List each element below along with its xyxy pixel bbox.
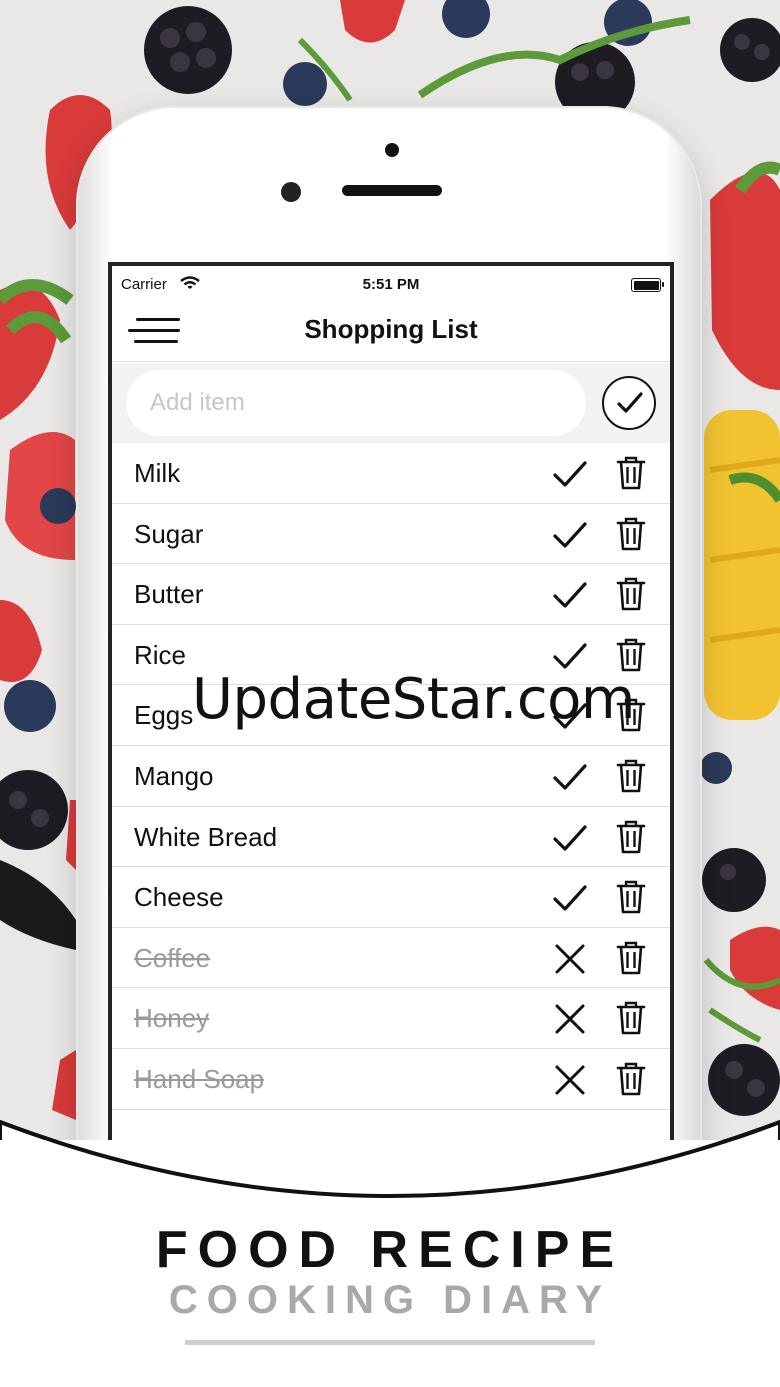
watermark-text: UpdateStar.com <box>192 667 635 732</box>
blueberry-icon <box>283 62 327 106</box>
blackberry-icon <box>720 18 780 82</box>
strawberry-icon <box>730 926 780 1010</box>
trash-icon[interactable] <box>616 941 646 975</box>
strawberry-icon <box>0 600 42 682</box>
item-name: Cheese <box>134 882 224 913</box>
trash-icon[interactable] <box>616 456 646 490</box>
item-name: Honey <box>134 1003 210 1034</box>
blackberry-icon <box>702 848 766 912</box>
check-icon[interactable] <box>552 759 588 795</box>
trash-icon[interactable] <box>616 759 646 793</box>
uncheck-x-icon[interactable] <box>552 1062 588 1098</box>
item-name: Sugar <box>134 518 204 549</box>
status-time: 5:51 PM <box>362 276 420 293</box>
strawberry-icon <box>340 0 405 43</box>
check-icon[interactable] <box>552 517 588 553</box>
item-name: Eggs <box>134 700 194 731</box>
item-name: Butter <box>134 579 204 610</box>
blackberry-icon <box>0 770 68 850</box>
list-item[interactable]: Honey <box>112 988 670 1049</box>
item-name: Coffee <box>134 942 211 973</box>
blueberry-icon <box>40 488 76 524</box>
strawberry-icon <box>0 284 60 420</box>
nav-bar: Shopping List <box>112 298 670 362</box>
page-title: Shopping List <box>304 314 478 344</box>
list-item[interactable]: Sugar <box>112 504 670 565</box>
blueberry-icon <box>4 680 56 732</box>
brand-subtitle: COOKING DIARY <box>168 1278 612 1322</box>
battery-icon <box>631 278 664 292</box>
list-item[interactable]: Cheese <box>112 867 670 928</box>
trash-icon[interactable] <box>616 880 646 914</box>
brand-divider <box>185 1340 595 1345</box>
add-item-confirm-button[interactable] <box>602 376 656 430</box>
brand-title: FOOD RECIPE <box>155 1221 625 1279</box>
trash-icon[interactable] <box>616 577 646 611</box>
blackberry-icon <box>144 6 232 94</box>
add-item-input[interactable] <box>126 370 586 436</box>
item-name: Milk <box>134 458 181 488</box>
front-sensor <box>385 143 399 157</box>
item-name: Mango <box>134 760 214 791</box>
check-icon[interactable] <box>552 456 588 492</box>
uncheck-x-icon[interactable] <box>552 941 588 977</box>
list-item[interactable]: Butter <box>112 564 670 625</box>
blueberry-icon <box>442 0 490 38</box>
add-item-bar <box>112 363 670 443</box>
status-bar: Carrier 5:51 PM <box>112 266 670 298</box>
shopping-list: Milk Sugar Butter Rice Eggs Mango White Bread C… <box>112 443 670 1110</box>
earpiece-speaker <box>342 185 442 196</box>
list-item[interactable]: Milk <box>112 443 670 504</box>
trash-icon[interactable] <box>616 1001 646 1035</box>
trash-icon[interactable] <box>616 820 646 854</box>
list-item[interactable]: Mango <box>112 746 670 807</box>
item-name: White Bread <box>134 821 278 852</box>
trash-icon[interactable] <box>616 517 646 551</box>
blueberry-icon <box>700 752 732 784</box>
list-item[interactable]: Coffee <box>112 928 670 989</box>
item-name: Rice <box>134 639 187 670</box>
checkmark-icon <box>617 392 643 413</box>
check-icon[interactable] <box>552 880 588 916</box>
front-camera <box>281 182 301 202</box>
eggplant-icon <box>0 860 76 950</box>
trash-icon[interactable] <box>616 1062 646 1096</box>
mango-icon <box>704 410 780 720</box>
check-icon[interactable] <box>552 820 588 856</box>
list-item[interactable]: White Bread <box>112 807 670 868</box>
check-icon[interactable] <box>552 577 588 613</box>
strawberry-icon <box>710 172 780 390</box>
item-name: Hand Soap <box>134 1063 265 1094</box>
uncheck-x-icon[interactable] <box>552 1001 588 1037</box>
